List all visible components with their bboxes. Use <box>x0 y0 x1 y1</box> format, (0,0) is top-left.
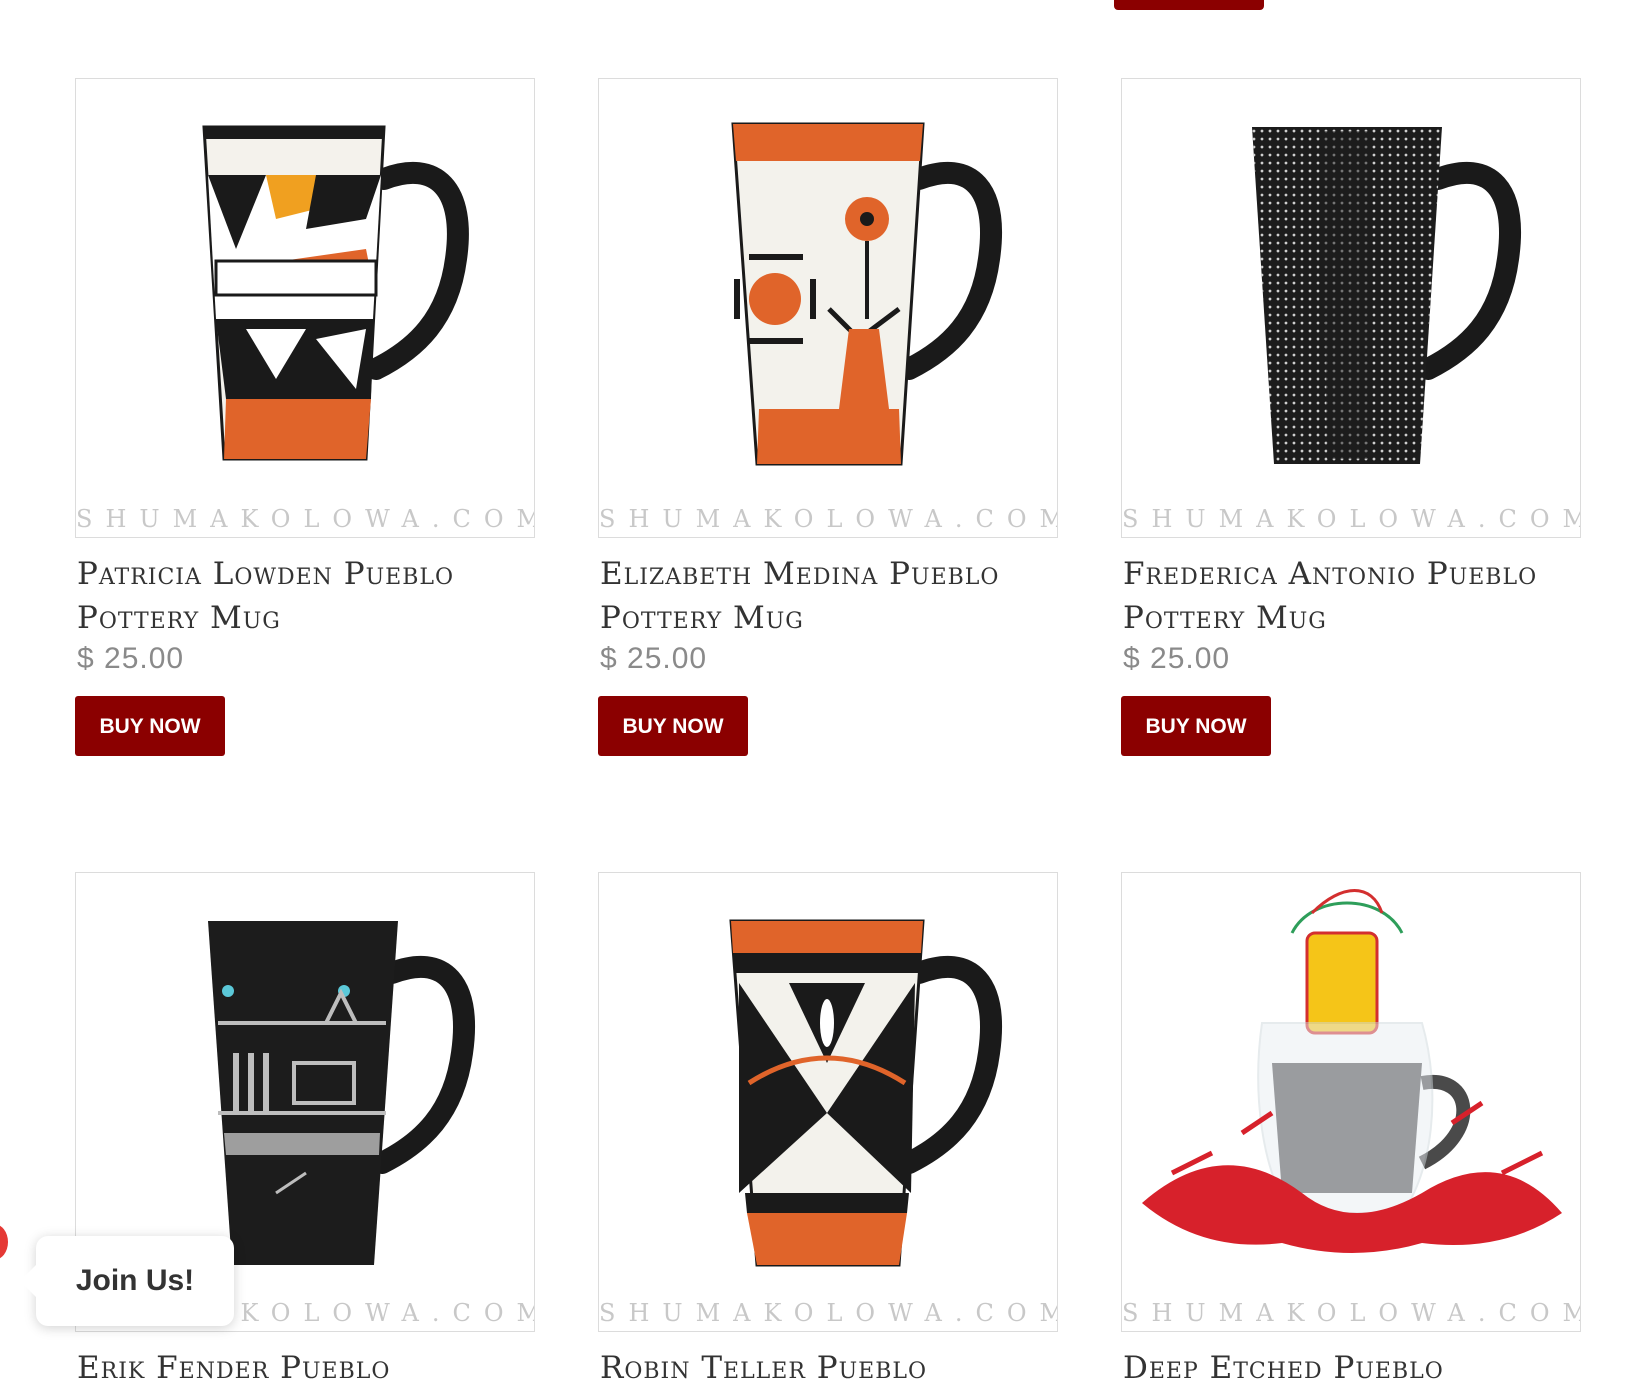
watermark: SHUMAKOLOWA.COM <box>1122 505 1581 533</box>
join-us-label[interactable]: Join Us! <box>36 1264 234 1298</box>
join-us-popup[interactable]: Join Us! <box>20 1236 234 1326</box>
product-card: SHUMAKOLOWA.COM Patricia Lowden Pueblo P… <box>75 78 535 756</box>
product-price: $ 25.00 <box>1123 642 1231 675</box>
buy-now-button[interactable]: BUY NOW <box>1121 696 1271 756</box>
black-dotted-mug-image <box>1252 127 1521 464</box>
watermark: SHUMAKOLOWA.COM <box>1122 1299 1581 1327</box>
gift-wrapped-mug-image <box>1142 889 1562 1253</box>
product-card: SHUMAKOLOWA.COM Elizabeth Medina Pueblo … <box>598 78 1058 756</box>
acoma-geometric-mug-image <box>202 125 469 461</box>
product-title[interactable]: Robin Teller Pueblo <box>600 1346 1058 1390</box>
product-image[interactable]: SHUMAKOLOWA.COM <box>598 872 1058 1332</box>
product-title[interactable]: Erik Fender Pueblo <box>77 1346 535 1390</box>
product-card: SHUMAKOLOWA.COM Deep Etched Pueblo <box>1121 872 1581 1390</box>
product-price: $ 25.00 <box>77 642 185 675</box>
product-title[interactable]: Patricia Lowden Pueblo Pottery Mug <box>77 552 535 640</box>
product-title[interactable]: Elizabeth Medina Pueblo Pottery Mug <box>600 552 1058 640</box>
product-image[interactable]: SHUMAKOLOWA.COM <box>75 78 535 538</box>
product-title[interactable]: Deep Etched Pueblo <box>1123 1346 1581 1390</box>
zia-flower-mug-image <box>731 122 1002 466</box>
notification-dot[interactable] <box>0 1224 8 1260</box>
watermark: SHUMAKOLOWA.COM <box>76 505 535 533</box>
product-card: SHUMAKOLOWA.COM Robin Teller Pueblo <box>598 872 1058 1390</box>
product-image[interactable]: SHUMAKOLOWA.COM <box>1121 78 1581 538</box>
product-card: SHUMAKOLOWA.COM Frederica Antonio Pueblo… <box>1121 78 1581 756</box>
product-image[interactable]: SHUMAKOLOWA.COM <box>598 78 1058 538</box>
watermark: SHUMAKOLOWA.COM <box>599 505 1058 533</box>
buy-now-button[interactable] <box>1114 0 1264 10</box>
product-image[interactable]: SHUMAKOLOWA.COM <box>1121 872 1581 1332</box>
watermark: SHUMAKOLOWA.COM <box>599 1299 1058 1327</box>
buy-now-button[interactable]: BUY NOW <box>75 696 225 756</box>
product-price: $ 25.00 <box>600 642 708 675</box>
product-title[interactable]: Frederica Antonio Pueblo Pottery Mug <box>1123 552 1581 640</box>
orange-black-mug-image <box>729 919 1002 1267</box>
buy-now-button[interactable]: BUY NOW <box>598 696 748 756</box>
